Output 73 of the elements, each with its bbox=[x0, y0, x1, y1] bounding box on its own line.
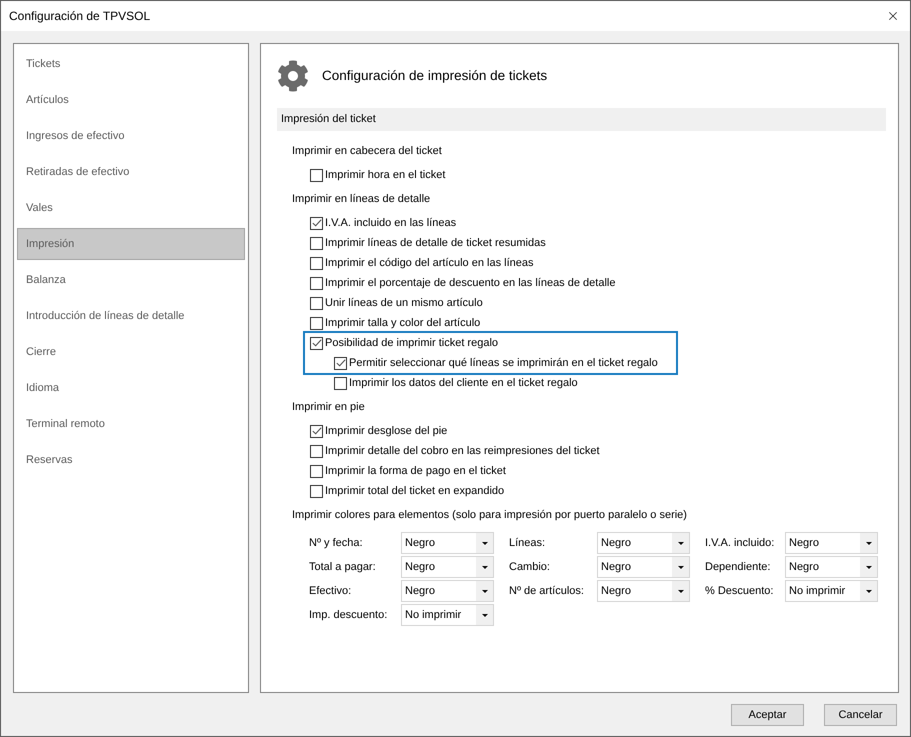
checkbox[interactable] bbox=[310, 424, 323, 438]
color-select[interactable]: Negro bbox=[401, 580, 494, 602]
tick-icon bbox=[312, 219, 322, 227]
dialog-button[interactable]: Aceptar bbox=[731, 704, 804, 726]
field-label: Nº y fecha: bbox=[309, 536, 364, 551]
group-heading: Imprimir en pie bbox=[292, 400, 366, 415]
caret-icon bbox=[482, 614, 488, 616]
field-label: Cambio: bbox=[509, 560, 551, 575]
color-select[interactable]: Negro bbox=[597, 556, 690, 578]
checkbox[interactable] bbox=[334, 376, 347, 390]
caret-icon bbox=[482, 566, 488, 568]
tick-icon bbox=[312, 427, 322, 435]
field-label: Total a pagar: bbox=[309, 560, 377, 575]
option-label: I.V.A. incluido en las líneas bbox=[325, 216, 456, 231]
caret-icon bbox=[866, 566, 872, 568]
checkbox[interactable] bbox=[310, 484, 323, 498]
option-label: Posibilidad de imprimir ticket regalo bbox=[325, 336, 498, 351]
option-label: Imprimir los datos del cliente en el ticket regalo bbox=[349, 376, 578, 391]
caret-icon bbox=[678, 566, 684, 568]
color-select[interactable]: Negro bbox=[401, 532, 494, 554]
checkbox[interactable] bbox=[310, 444, 323, 458]
checkbox[interactable] bbox=[310, 316, 323, 330]
caret-icon bbox=[482, 590, 488, 592]
checkbox[interactable] bbox=[310, 296, 323, 310]
option-label: Imprimir el código del artículo en las líneas bbox=[325, 256, 534, 271]
color-select[interactable]: Negro bbox=[597, 532, 690, 554]
sidebar-item[interactable]: Impresión bbox=[17, 228, 245, 260]
dialog-button[interactable]: Cancelar bbox=[824, 704, 897, 726]
checkbox[interactable] bbox=[310, 168, 323, 182]
option-label: Imprimir detalle del cobro en las reimpresiones del ticket bbox=[325, 444, 600, 459]
option-label: Imprimir la forma de pago en el ticket bbox=[325, 464, 506, 479]
option-label: Imprimir líneas de detalle de ticket resumidas bbox=[325, 236, 546, 251]
option-label: Permitir seleccionar qué líneas se imprimirán en el ticket regalo bbox=[349, 356, 658, 371]
caret-icon bbox=[866, 542, 872, 544]
field-label: Imp. descuento: bbox=[309, 608, 388, 623]
color-select[interactable]: No imprimir bbox=[401, 604, 494, 626]
option-label: Imprimir el porcentaje de descuento en las líneas de detalle bbox=[325, 276, 616, 291]
checkbox[interactable] bbox=[310, 216, 323, 230]
tick-icon bbox=[336, 359, 346, 367]
group-heading: Imprimir colores para elementos (solo para impresión por puerto paralelo o serie) bbox=[292, 508, 688, 523]
window-title: Configuración de TPVSOL bbox=[9, 8, 150, 25]
option-label: Imprimir total del ticket en expandido bbox=[325, 484, 504, 499]
group-heading: Imprimir en cabecera del ticket bbox=[292, 144, 443, 159]
caret-icon bbox=[866, 590, 872, 592]
section-header: Impresión del ticket bbox=[277, 108, 886, 131]
checkbox[interactable] bbox=[310, 276, 323, 290]
gear-icon bbox=[277, 60, 309, 92]
caret-icon bbox=[482, 542, 488, 544]
caret-icon bbox=[678, 590, 684, 592]
color-select[interactable]: Negro bbox=[401, 556, 494, 578]
checkbox[interactable] bbox=[310, 464, 323, 478]
option-label: Imprimir desglose del pie bbox=[325, 424, 448, 439]
color-select[interactable]: Negro bbox=[785, 556, 878, 578]
color-select[interactable]: Negro bbox=[597, 580, 690, 602]
field-label: Líneas: bbox=[509, 536, 546, 551]
tick-icon bbox=[312, 339, 322, 347]
field-label: Nº de artículos: bbox=[509, 584, 585, 599]
field-label: Dependiente: bbox=[705, 560, 772, 575]
option-label: Imprimir talla y color del artículo bbox=[325, 316, 480, 331]
field-label: Efectivo: bbox=[309, 584, 352, 599]
caret-icon bbox=[678, 542, 684, 544]
option-label: Unir líneas de un mismo artículo bbox=[325, 296, 483, 311]
field-label: % Descuento: bbox=[705, 584, 774, 599]
checkbox[interactable] bbox=[310, 336, 323, 350]
group-heading: Imprimir en líneas de detalle bbox=[292, 192, 432, 207]
page-title: Configuración de impresión de tickets bbox=[322, 66, 548, 85]
field-label: I.V.A. incluido: bbox=[705, 536, 776, 551]
checkbox[interactable] bbox=[310, 236, 323, 250]
option-label: Imprimir hora en el ticket bbox=[325, 168, 446, 183]
checkbox[interactable] bbox=[334, 356, 347, 370]
checkbox[interactable] bbox=[310, 256, 323, 270]
color-select[interactable]: No imprimir bbox=[785, 580, 878, 602]
color-select[interactable]: Negro bbox=[785, 532, 878, 554]
